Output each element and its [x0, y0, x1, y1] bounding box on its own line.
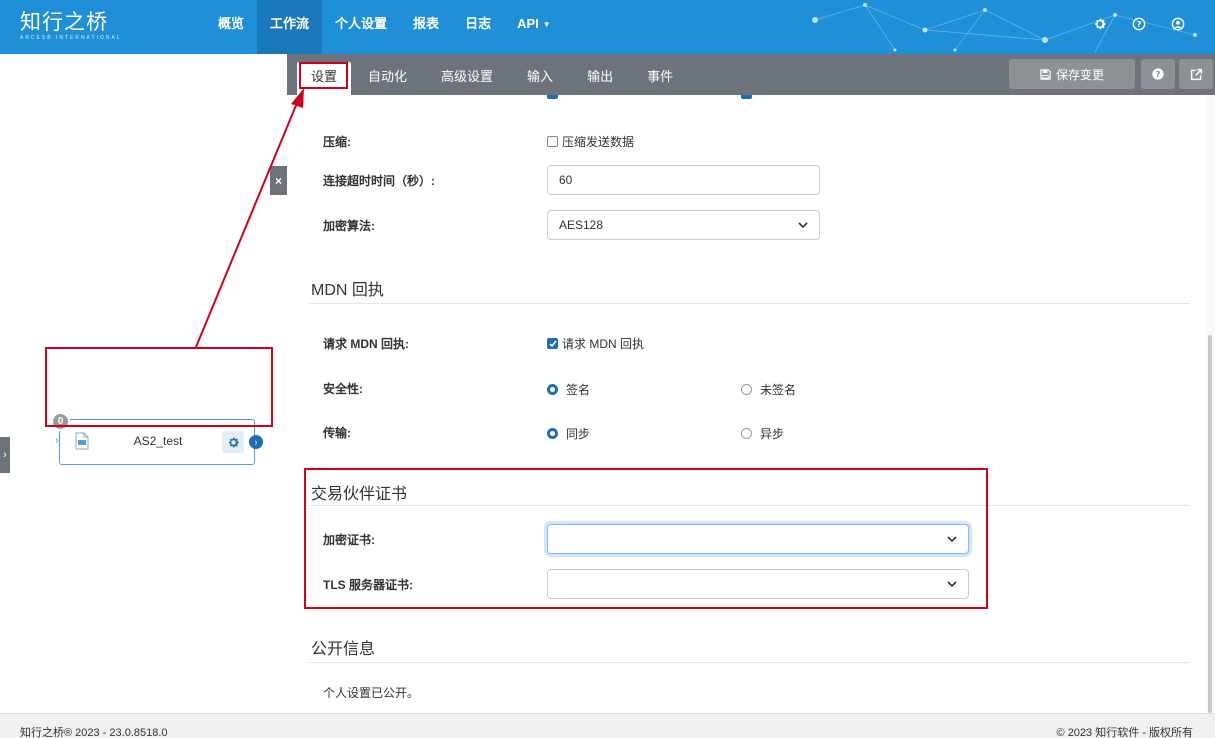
footer-version: 知行之桥® 2023 - 23.0.8518.0	[20, 727, 168, 738]
footer: 知行之桥® 2023 - 23.0.8518.0 © 2023 知行软件 - 版…	[0, 713, 1215, 738]
annotation-arrow	[195, 88, 304, 348]
footer-copyright: © 2023 知行软件 - 版权所有	[1056, 727, 1193, 738]
